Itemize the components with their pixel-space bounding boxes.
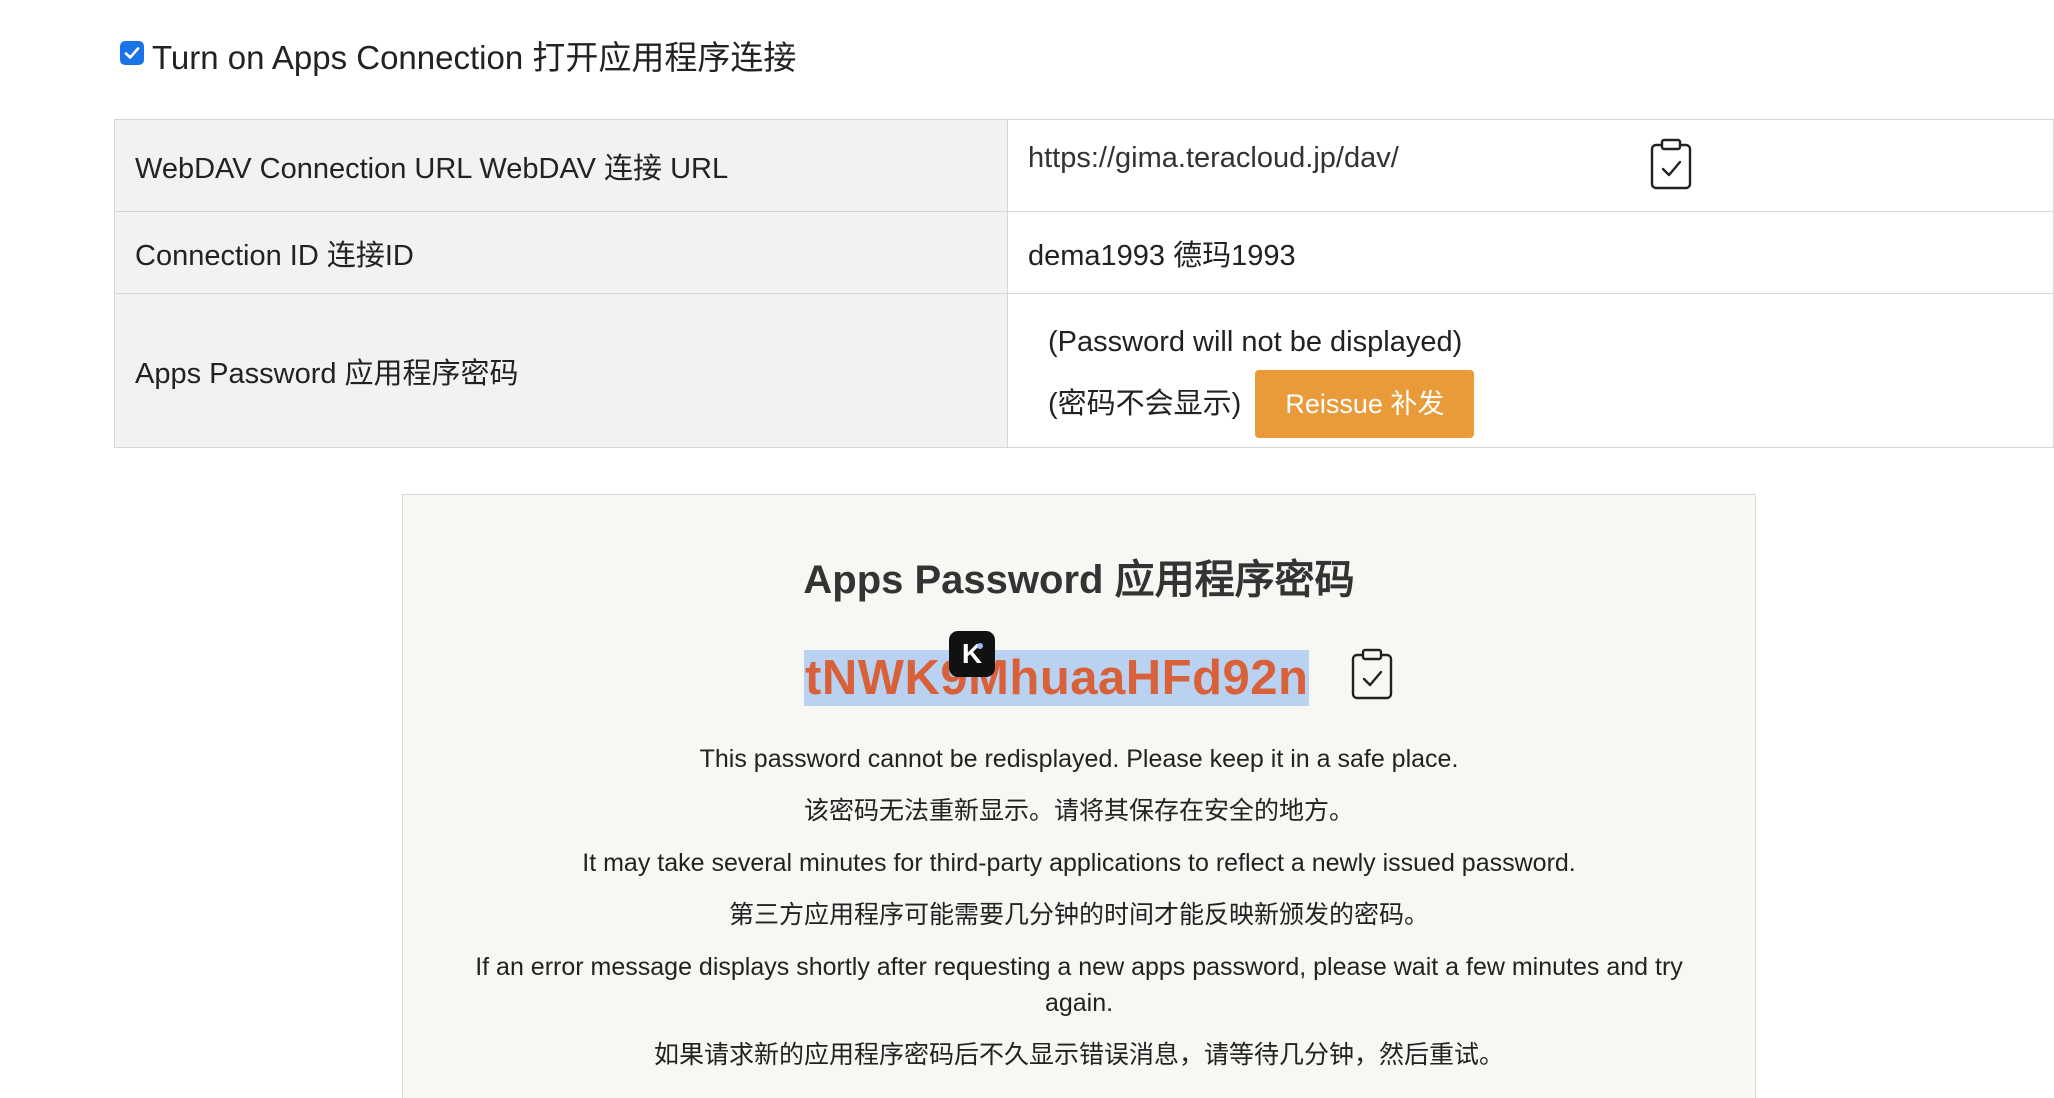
checkbox-checked-icon <box>124 47 140 59</box>
generated-password[interactable]: tNWK9MhuaaHFd92n <box>805 650 1308 706</box>
note-keep-safe-en: This password cannot be redisplayed. Ple… <box>699 745 1459 773</box>
password-hint-line2-row: (密码不会显示) Reissue 补发 <box>1028 370 1475 438</box>
apps-password-label: Apps Password 应用程序密码 <box>114 293 1008 448</box>
connection-id-label: Connection ID 连接ID <box>114 211 1008 294</box>
note-error-retry-en: If an error message displays shortly aft… <box>475 953 1683 1017</box>
password-selection-highlight[interactable]: tNWK9MhuaaHFd92n <box>804 650 1310 706</box>
copy-url-clipboard-icon[interactable] <box>1649 138 1693 198</box>
password-hint-line2: (密码不会显示) <box>1048 388 1242 420</box>
password-notes: This password cannot be redisplayed. Ple… <box>443 741 1715 1089</box>
connection-id-value: dema1993 德玛1993 <box>1007 211 2054 294</box>
copy-password-clipboard-icon[interactable] <box>1350 648 1394 705</box>
webdav-url-cell: https://gima.teracloud.jp/dav/ <box>1007 119 2054 212</box>
apps-password-result-panel: Apps Password 应用程序密码 tNWK9MhuaaHFd92n K … <box>402 494 1756 1098</box>
table-row-apps-password: Apps Password 应用程序密码 (Password will not … <box>114 293 2054 448</box>
webdav-url-value: https://gima.teracloud.jp/dav/ <box>1028 142 1399 174</box>
apps-connection-toggle[interactable]: Turn on Apps Connection 打开应用程序连接 <box>120 30 796 80</box>
k-badge-icon[interactable]: K <box>949 631 995 677</box>
apps-connection-checkbox[interactable] <box>120 41 144 65</box>
note-reflect-delay-zh: 第三方应用程序可能需要几分钟的时间才能反映新颁发的密码。 <box>728 901 1429 929</box>
webdav-url-label: WebDAV Connection URL WebDAV 连接 URL <box>114 119 1008 212</box>
apps-connection-label[interactable]: Turn on Apps Connection 打开应用程序连接 <box>152 31 796 79</box>
connection-settings-table: WebDAV Connection URL WebDAV 连接 URL http… <box>114 119 2054 448</box>
result-title: Apps Password 应用程序密码 <box>803 558 1355 602</box>
note-error-retry-zh: 如果请求新的应用程序密码后不久显示错误消息，请等待几分钟，然后重试。 <box>653 1041 1504 1069</box>
table-row-connection-id: Connection ID 连接ID dema1993 德玛1993 <box>114 211 2054 294</box>
reissue-button[interactable]: Reissue 补发 <box>1255 370 1475 438</box>
apps-password-cell: (Password will not be displayed) (密码不会显示… <box>1007 293 2054 448</box>
note-reflect-delay-en: It may take several minutes for third-pa… <box>582 849 1576 877</box>
table-row-webdav-url: WebDAV Connection URL WebDAV 连接 URL http… <box>114 119 2054 212</box>
apps-connection-page: Turn on Apps Connection 打开应用程序连接 WebDAV … <box>0 0 2054 1098</box>
password-hint-line1: (Password will not be displayed) <box>1048 326 1463 358</box>
k-badge-dot <box>977 643 983 649</box>
note-keep-safe-zh: 该密码无法重新显示。请将其保存在安全的地方。 <box>803 797 1354 825</box>
password-hint: (Password will not be displayed) (密码不会显示… <box>1028 314 1475 438</box>
